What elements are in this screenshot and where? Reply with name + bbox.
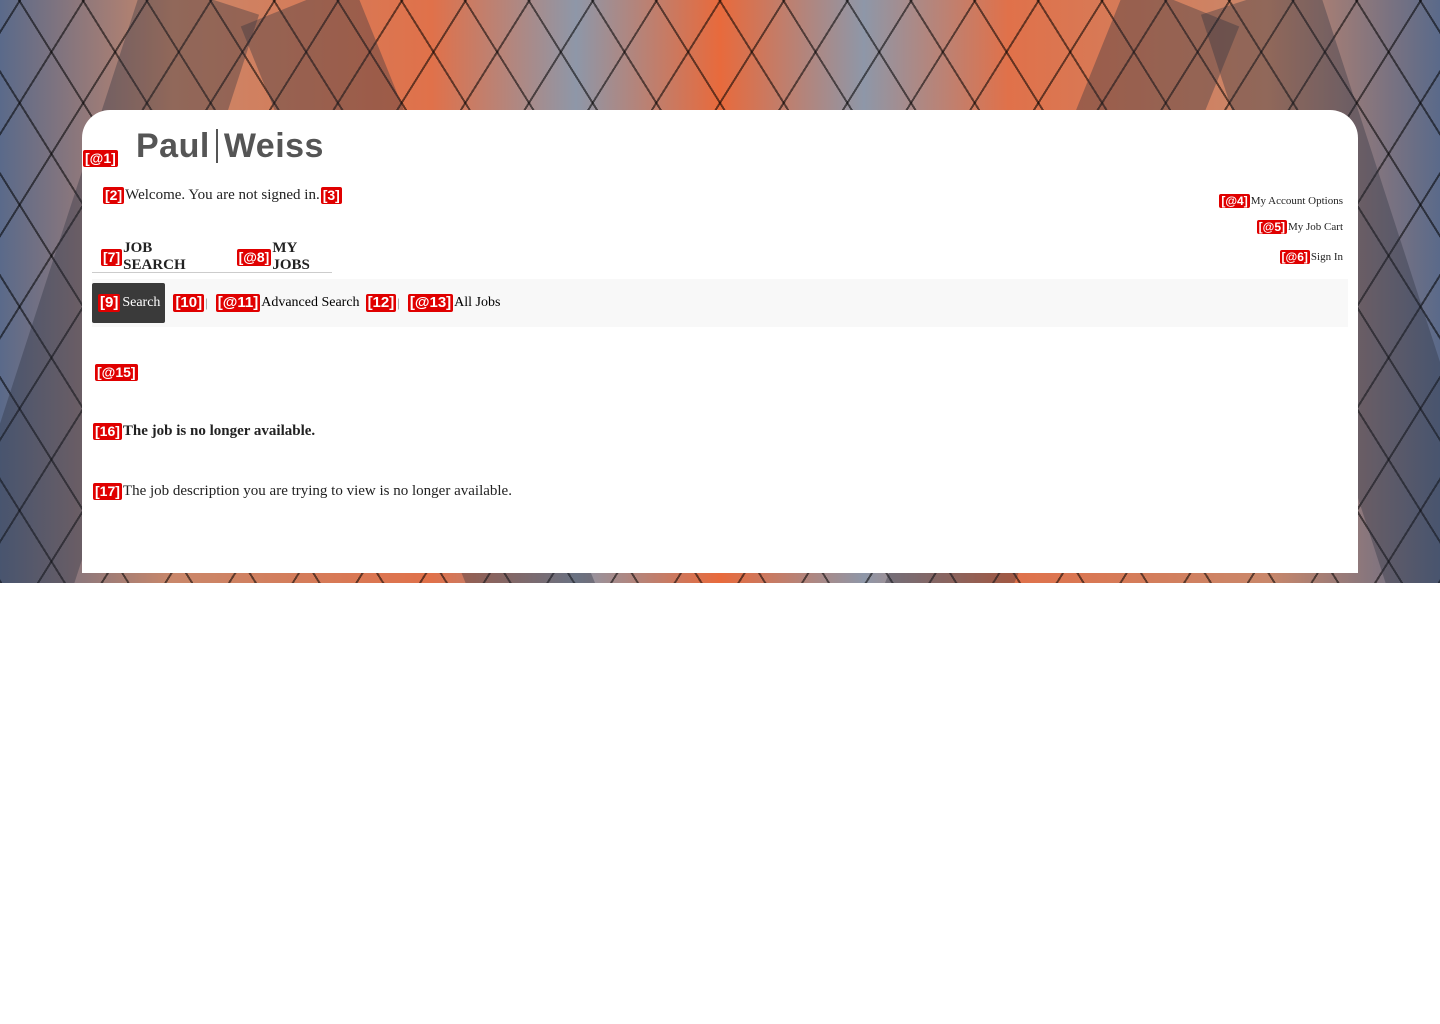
logo-text-left: Paul — [136, 126, 210, 165]
welcome-badge-end: [3] — [320, 187, 342, 204]
main-tabs: [7] JOB SEARCH [@8] MY JOBS — [92, 240, 332, 274]
msg-title-text: The job is no longer available. — [122, 423, 316, 439]
content-anchor-badge[interactable]: [@15] — [95, 364, 138, 381]
job-unavailable-description: [17] The job description you are trying … — [93, 483, 512, 500]
all-jobs-badge: [@13] — [407, 294, 454, 312]
logo-text-right: Weiss — [223, 126, 324, 165]
search-subnav: [9] Search [10] | [@11] Advanced Search … — [92, 279, 1348, 327]
my-account-options-link[interactable]: My Account Options — [1251, 195, 1343, 207]
search-subtab[interactable]: [9] Search — [92, 283, 166, 323]
main-panel: [@1] Paul Weiss [2] Welcome. You are not… — [82, 110, 1358, 573]
tab-job-search[interactable]: [7] JOB SEARCH — [92, 240, 212, 274]
logo-badge: [@1] — [83, 150, 118, 167]
my-jobs-badge: [@8] — [236, 248, 272, 266]
logo-divider — [215, 129, 218, 163]
subnav-separator-2: | — [397, 295, 400, 310]
welcome-message: [2] Welcome. You are not signed in. [3] — [103, 187, 342, 204]
tab-my-jobs-label: MY JOBS — [272, 240, 310, 273]
search-subtab-label: Search — [122, 295, 161, 310]
account-links: [@4] My Account Options [@5] My Job Cart… — [1219, 188, 1343, 270]
all-jobs-label: All Jobs — [454, 295, 501, 310]
welcome-badge-start: [2] — [103, 187, 125, 204]
paul-weiss-logo[interactable]: Paul Weiss — [136, 126, 324, 165]
advanced-search-label: Advanced Search — [261, 295, 360, 310]
job-unavailable-title: [16] The job is no longer available. — [93, 423, 315, 440]
my-job-cart-link[interactable]: My Job Cart — [1288, 221, 1343, 233]
account-options-badge: [@4] — [1219, 194, 1250, 208]
subnav-separator-1: | — [205, 295, 208, 310]
all-jobs-link[interactable]: [@13] All Jobs — [407, 294, 501, 312]
msg-body-text: The job description you are trying to vi… — [122, 483, 512, 499]
separator-badge-2: [12] — [365, 294, 397, 312]
tab-job-search-label: JOB SEARCH — [123, 240, 186, 273]
separator-badge-1: [10] — [173, 294, 205, 312]
job-cart-badge: [@5] — [1256, 220, 1287, 234]
sign-in-link[interactable]: Sign In — [1311, 251, 1343, 263]
tab-my-jobs[interactable]: [@8] MY JOBS — [228, 240, 332, 274]
advanced-search-badge: [@11] — [215, 294, 261, 312]
advanced-search-link[interactable]: [@11] Advanced Search — [215, 294, 360, 312]
job-search-badge: [7] — [101, 248, 123, 266]
search-badge: [9] — [98, 294, 121, 312]
job-cart-row: [@5] My Job Cart — [1219, 214, 1343, 240]
sign-in-row: [@6] Sign In — [1219, 244, 1343, 270]
welcome-text: Welcome. You are not signed in. — [125, 187, 320, 203]
account-options-row: [@4] My Account Options — [1219, 188, 1343, 214]
msg-title-badge: [16] — [93, 423, 122, 440]
sign-in-badge: [@6] — [1279, 250, 1310, 264]
msg-body-badge: [17] — [93, 483, 122, 500]
